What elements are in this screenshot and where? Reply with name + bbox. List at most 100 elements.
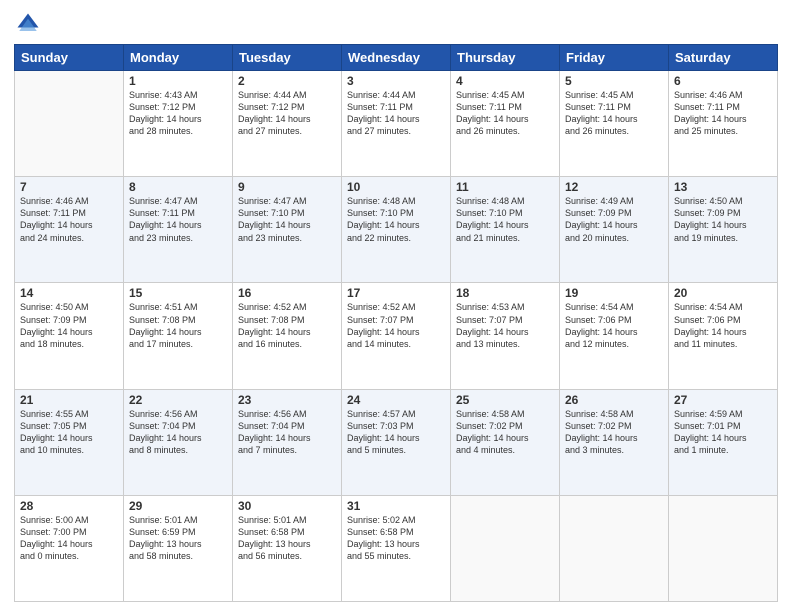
calendar-cell: 7Sunrise: 4:46 AM Sunset: 7:11 PM Daylig… [15,177,124,283]
day-number: 13 [674,180,772,194]
day-number: 26 [565,393,663,407]
calendar-cell [669,495,778,601]
day-number: 16 [238,286,336,300]
day-info: Sunrise: 4:43 AM Sunset: 7:12 PM Dayligh… [129,89,227,138]
day-info: Sunrise: 4:57 AM Sunset: 7:03 PM Dayligh… [347,408,445,457]
day-number: 10 [347,180,445,194]
day-header-wednesday: Wednesday [342,45,451,71]
week-row-1: 1Sunrise: 4:43 AM Sunset: 7:12 PM Daylig… [15,71,778,177]
calendar-cell: 26Sunrise: 4:58 AM Sunset: 7:02 PM Dayli… [560,389,669,495]
day-info: Sunrise: 4:56 AM Sunset: 7:04 PM Dayligh… [129,408,227,457]
day-number: 15 [129,286,227,300]
calendar-cell: 2Sunrise: 4:44 AM Sunset: 7:12 PM Daylig… [233,71,342,177]
day-info: Sunrise: 4:45 AM Sunset: 7:11 PM Dayligh… [456,89,554,138]
day-info: Sunrise: 4:49 AM Sunset: 7:09 PM Dayligh… [565,195,663,244]
calendar-cell: 25Sunrise: 4:58 AM Sunset: 7:02 PM Dayli… [451,389,560,495]
day-info: Sunrise: 4:48 AM Sunset: 7:10 PM Dayligh… [456,195,554,244]
calendar-cell: 10Sunrise: 4:48 AM Sunset: 7:10 PM Dayli… [342,177,451,283]
calendar-cell: 13Sunrise: 4:50 AM Sunset: 7:09 PM Dayli… [669,177,778,283]
day-info: Sunrise: 4:44 AM Sunset: 7:12 PM Dayligh… [238,89,336,138]
week-row-3: 14Sunrise: 4:50 AM Sunset: 7:09 PM Dayli… [15,283,778,389]
day-header-saturday: Saturday [669,45,778,71]
calendar-cell: 24Sunrise: 4:57 AM Sunset: 7:03 PM Dayli… [342,389,451,495]
day-number: 19 [565,286,663,300]
day-info: Sunrise: 4:54 AM Sunset: 7:06 PM Dayligh… [565,301,663,350]
day-info: Sunrise: 4:51 AM Sunset: 7:08 PM Dayligh… [129,301,227,350]
calendar-cell: 31Sunrise: 5:02 AM Sunset: 6:58 PM Dayli… [342,495,451,601]
day-number: 1 [129,74,227,88]
day-number: 28 [20,499,118,513]
day-header-friday: Friday [560,45,669,71]
calendar-cell: 6Sunrise: 4:46 AM Sunset: 7:11 PM Daylig… [669,71,778,177]
day-info: Sunrise: 5:02 AM Sunset: 6:58 PM Dayligh… [347,514,445,563]
calendar-cell: 28Sunrise: 5:00 AM Sunset: 7:00 PM Dayli… [15,495,124,601]
calendar-cell [451,495,560,601]
calendar-cell: 5Sunrise: 4:45 AM Sunset: 7:11 PM Daylig… [560,71,669,177]
day-info: Sunrise: 4:56 AM Sunset: 7:04 PM Dayligh… [238,408,336,457]
day-number: 8 [129,180,227,194]
calendar-cell: 9Sunrise: 4:47 AM Sunset: 7:10 PM Daylig… [233,177,342,283]
day-number: 18 [456,286,554,300]
week-row-5: 28Sunrise: 5:00 AM Sunset: 7:00 PM Dayli… [15,495,778,601]
day-info: Sunrise: 4:52 AM Sunset: 7:08 PM Dayligh… [238,301,336,350]
day-number: 22 [129,393,227,407]
day-info: Sunrise: 4:58 AM Sunset: 7:02 PM Dayligh… [456,408,554,457]
calendar-table: SundayMondayTuesdayWednesdayThursdayFrid… [14,44,778,602]
day-info: Sunrise: 4:47 AM Sunset: 7:10 PM Dayligh… [238,195,336,244]
day-info: Sunrise: 4:46 AM Sunset: 7:11 PM Dayligh… [674,89,772,138]
calendar-cell [15,71,124,177]
day-info: Sunrise: 4:54 AM Sunset: 7:06 PM Dayligh… [674,301,772,350]
calendar-cell: 4Sunrise: 4:45 AM Sunset: 7:11 PM Daylig… [451,71,560,177]
calendar-cell: 8Sunrise: 4:47 AM Sunset: 7:11 PM Daylig… [124,177,233,283]
day-info: Sunrise: 4:52 AM Sunset: 7:07 PM Dayligh… [347,301,445,350]
day-info: Sunrise: 4:48 AM Sunset: 7:10 PM Dayligh… [347,195,445,244]
calendar-cell: 15Sunrise: 4:51 AM Sunset: 7:08 PM Dayli… [124,283,233,389]
day-number: 29 [129,499,227,513]
day-info: Sunrise: 4:46 AM Sunset: 7:11 PM Dayligh… [20,195,118,244]
day-header-tuesday: Tuesday [233,45,342,71]
logo-icon [14,10,42,38]
calendar-cell [560,495,669,601]
day-number: 27 [674,393,772,407]
day-info: Sunrise: 4:44 AM Sunset: 7:11 PM Dayligh… [347,89,445,138]
day-info: Sunrise: 4:47 AM Sunset: 7:11 PM Dayligh… [129,195,227,244]
day-info: Sunrise: 4:50 AM Sunset: 7:09 PM Dayligh… [20,301,118,350]
calendar-cell: 30Sunrise: 5:01 AM Sunset: 6:58 PM Dayli… [233,495,342,601]
header [14,10,778,38]
day-number: 9 [238,180,336,194]
day-number: 6 [674,74,772,88]
day-header-monday: Monday [124,45,233,71]
calendar-cell: 3Sunrise: 4:44 AM Sunset: 7:11 PM Daylig… [342,71,451,177]
day-header-sunday: Sunday [15,45,124,71]
day-number: 7 [20,180,118,194]
day-info: Sunrise: 4:45 AM Sunset: 7:11 PM Dayligh… [565,89,663,138]
day-info: Sunrise: 4:50 AM Sunset: 7:09 PM Dayligh… [674,195,772,244]
day-number: 14 [20,286,118,300]
calendar-cell: 20Sunrise: 4:54 AM Sunset: 7:06 PM Dayli… [669,283,778,389]
week-row-2: 7Sunrise: 4:46 AM Sunset: 7:11 PM Daylig… [15,177,778,283]
day-number: 2 [238,74,336,88]
calendar-cell: 14Sunrise: 4:50 AM Sunset: 7:09 PM Dayli… [15,283,124,389]
day-number: 23 [238,393,336,407]
day-number: 11 [456,180,554,194]
day-info: Sunrise: 5:01 AM Sunset: 6:59 PM Dayligh… [129,514,227,563]
day-number: 4 [456,74,554,88]
day-number: 30 [238,499,336,513]
day-info: Sunrise: 4:59 AM Sunset: 7:01 PM Dayligh… [674,408,772,457]
calendar-cell: 29Sunrise: 5:01 AM Sunset: 6:59 PM Dayli… [124,495,233,601]
calendar-cell: 12Sunrise: 4:49 AM Sunset: 7:09 PM Dayli… [560,177,669,283]
day-header-thursday: Thursday [451,45,560,71]
calendar-cell: 22Sunrise: 4:56 AM Sunset: 7:04 PM Dayli… [124,389,233,495]
calendar-cell: 16Sunrise: 4:52 AM Sunset: 7:08 PM Dayli… [233,283,342,389]
day-number: 24 [347,393,445,407]
calendar-cell: 18Sunrise: 4:53 AM Sunset: 7:07 PM Dayli… [451,283,560,389]
logo [14,10,46,38]
day-number: 20 [674,286,772,300]
calendar-cell: 1Sunrise: 4:43 AM Sunset: 7:12 PM Daylig… [124,71,233,177]
day-number: 12 [565,180,663,194]
day-info: Sunrise: 4:58 AM Sunset: 7:02 PM Dayligh… [565,408,663,457]
calendar-cell: 17Sunrise: 4:52 AM Sunset: 7:07 PM Dayli… [342,283,451,389]
week-row-4: 21Sunrise: 4:55 AM Sunset: 7:05 PM Dayli… [15,389,778,495]
day-number: 31 [347,499,445,513]
calendar-cell: 19Sunrise: 4:54 AM Sunset: 7:06 PM Dayli… [560,283,669,389]
